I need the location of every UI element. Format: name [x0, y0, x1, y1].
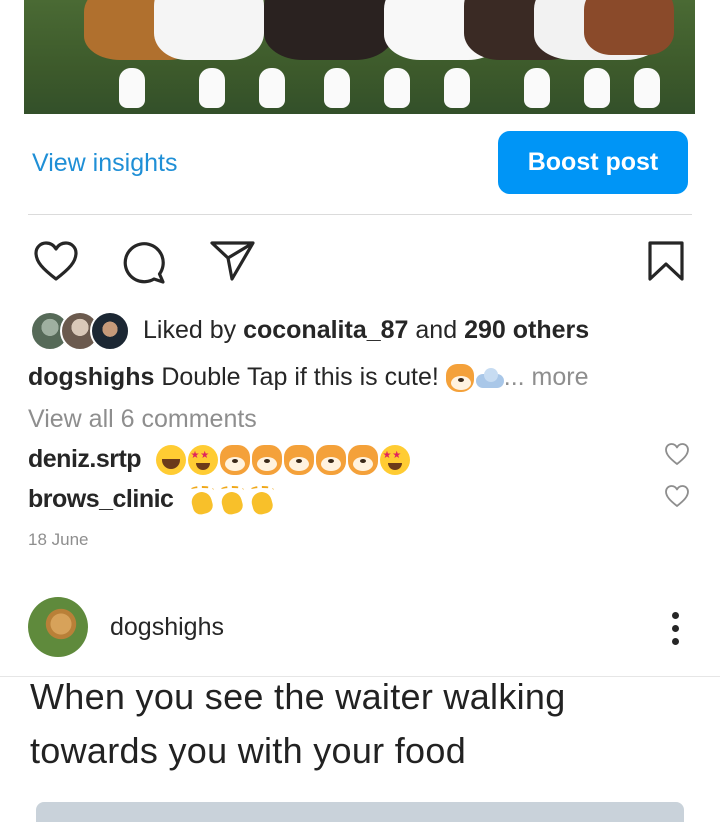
comment-emojis: [188, 486, 276, 514]
paw: [199, 68, 225, 108]
share-icon[interactable]: [208, 240, 256, 282]
view-all-comments-link[interactable]: View all 6 comments: [28, 405, 257, 434]
avatar: [90, 311, 130, 351]
liked-by-avatars[interactable]: [30, 311, 130, 351]
comment-row: deniz.srtp: [28, 445, 410, 476]
boost-post-button[interactable]: Boost post: [498, 131, 688, 194]
comment-username[interactable]: deniz.srtp: [28, 445, 142, 473]
paw: [119, 68, 145, 108]
comment-icon[interactable]: [121, 240, 167, 284]
post-date: 18 June: [28, 530, 89, 549]
comment-like-heart-icon[interactable]: [664, 442, 690, 466]
post-image[interactable]: [36, 802, 684, 822]
clapping-hands-emoji: [188, 486, 216, 514]
paw: [634, 68, 660, 108]
liked-by-user[interactable]: coconalita_87: [243, 316, 408, 344]
dog-face-emoji: [445, 364, 474, 393]
post-username[interactable]: dogshighs: [110, 613, 224, 642]
puppy: [584, 0, 674, 55]
post-photo[interactable]: [24, 0, 695, 114]
caption-text: Double Tap if this is cute!: [161, 363, 439, 391]
star-struck-emoji: [379, 445, 410, 476]
liked-by-connector: and: [415, 316, 458, 344]
kebab-menu-icon[interactable]: [664, 608, 688, 648]
comment-row: brows_clinic: [28, 485, 276, 514]
heart-icon[interactable]: [33, 240, 79, 282]
clapping-hands-emoji: [248, 486, 276, 514]
grinning-emoji: [155, 445, 186, 476]
post-caption: dogshighs Double Tap if this is cute! ..…: [28, 363, 589, 393]
caption-username[interactable]: dogshighs: [28, 363, 154, 391]
liked-by-prefix: Liked by: [143, 316, 237, 344]
avatar[interactable]: [28, 597, 88, 657]
comment-username[interactable]: brows_clinic: [28, 485, 174, 513]
paw: [524, 68, 550, 108]
comment-emojis: [155, 445, 410, 476]
puppy: [264, 0, 394, 60]
dog-face-emoji: [283, 445, 314, 476]
post-meme-text: When you see the waiter walking towards …: [30, 676, 566, 771]
dog-face-emoji: [347, 445, 378, 476]
caption-more-link[interactable]: ... more: [504, 363, 589, 391]
puppy: [154, 0, 264, 60]
dog-face-emoji: [251, 445, 282, 476]
liked-by-others[interactable]: 290 others: [464, 316, 589, 344]
star-struck-emoji: [187, 445, 218, 476]
divider: [28, 214, 692, 215]
paw: [584, 68, 610, 108]
cloud-emoji: [474, 368, 504, 389]
dog-face-emoji: [315, 445, 346, 476]
paw: [384, 68, 410, 108]
paw: [259, 68, 285, 108]
paw: [324, 68, 350, 108]
liked-by-text[interactable]: Liked by coconalita_87 and 290 others: [143, 316, 589, 345]
paw: [444, 68, 470, 108]
view-insights-link[interactable]: View insights: [32, 149, 177, 178]
bookmark-icon[interactable]: [647, 240, 685, 282]
comment-like-heart-icon[interactable]: [664, 484, 690, 508]
dog-face-emoji: [219, 445, 250, 476]
clapping-hands-emoji: [218, 486, 246, 514]
